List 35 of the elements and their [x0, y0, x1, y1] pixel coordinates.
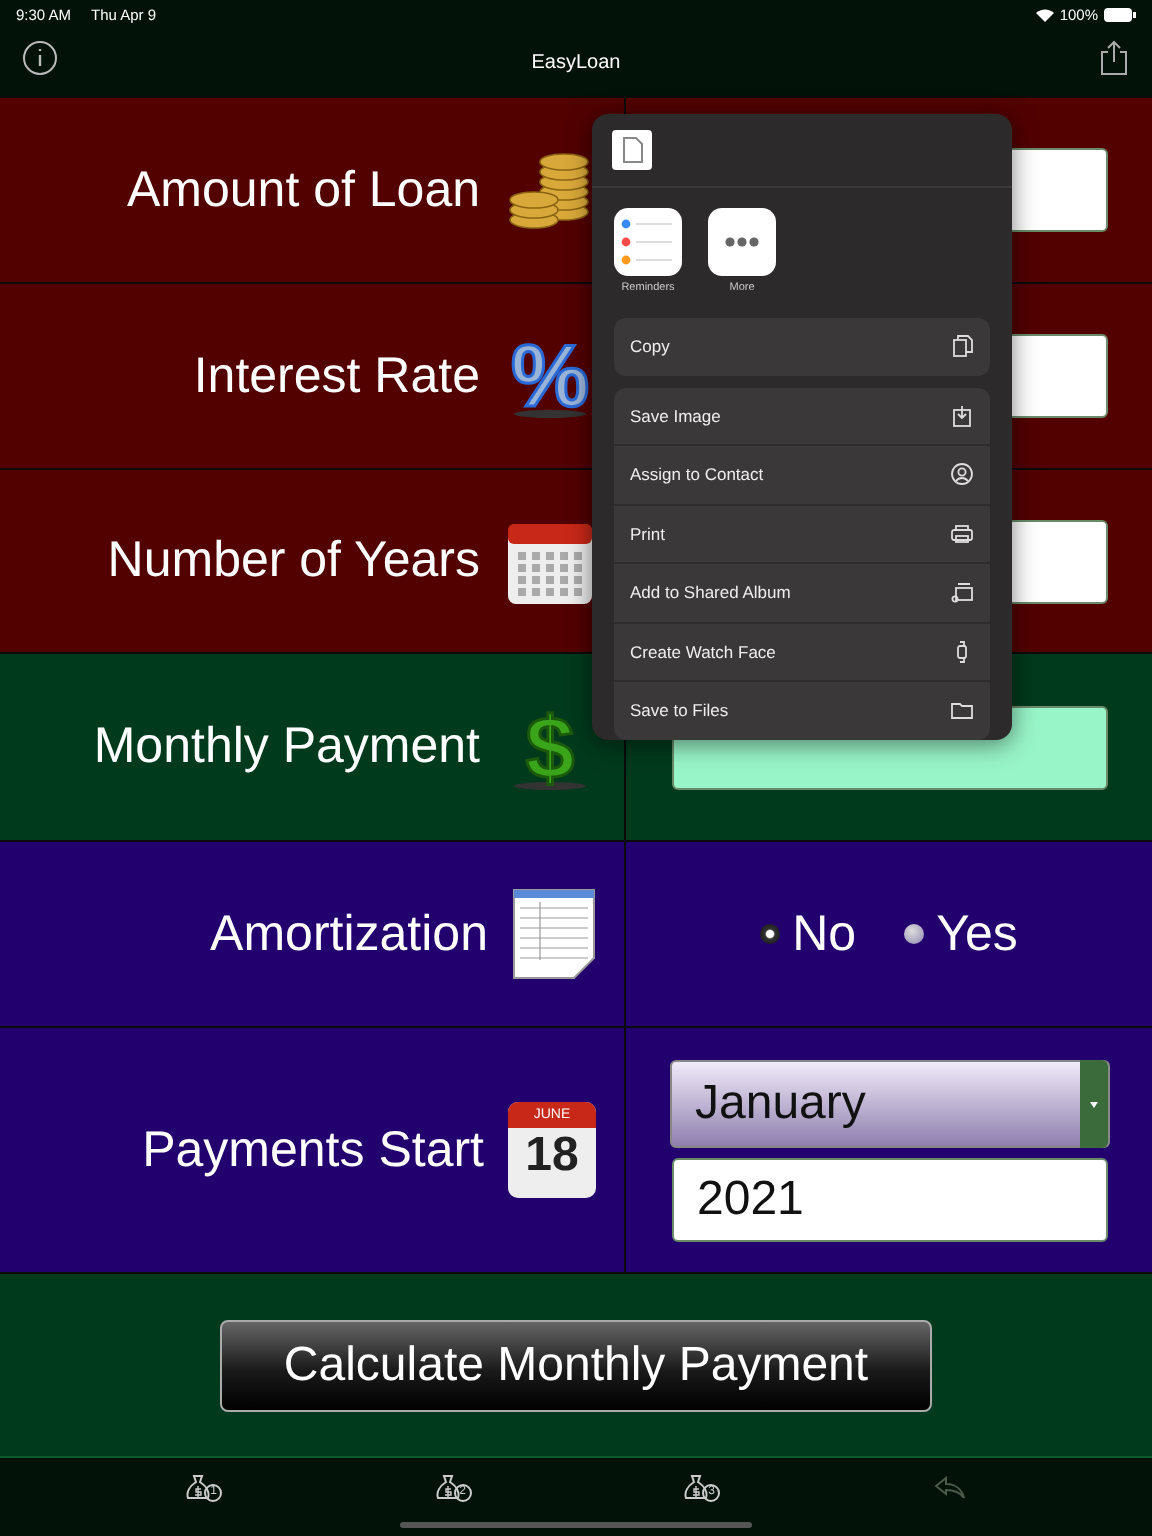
- radio-dot[interactable]: [904, 924, 925, 944]
- info-icon[interactable]: [22, 40, 58, 76]
- more-icon[interactable]: [708, 208, 776, 276]
- spreadsheet-icon: [512, 888, 596, 980]
- copy-icon: [950, 334, 974, 359]
- radio-dot[interactable]: [760, 924, 781, 944]
- action-item[interactable]: Create Watch Face: [614, 621, 990, 680]
- radio-option[interactable]: Yes: [904, 905, 1018, 963]
- document-icon: [612, 130, 652, 170]
- list-icon[interactable]: [614, 208, 682, 276]
- action-item[interactable]: Save to Files: [614, 680, 990, 739]
- radio-option[interactable]: No: [760, 905, 857, 963]
- field-label: Monthly Payment: [93, 718, 480, 776]
- field-label: Amount of Loan: [126, 161, 480, 219]
- print-icon: [950, 521, 974, 546]
- action-item[interactable]: Copy: [614, 318, 990, 375]
- folder-icon: [950, 698, 974, 723]
- action-item[interactable]: Add to Shared Album: [614, 562, 990, 621]
- calculate-button[interactable]: Calculate Monthly Payment: [220, 1319, 932, 1411]
- album-icon: [950, 580, 974, 605]
- app-title: EasyLoan: [531, 51, 621, 73]
- download-icon: [950, 403, 974, 428]
- month-dropdown[interactable]: January: [669, 1059, 1109, 1147]
- action-item[interactable]: Print: [614, 503, 990, 562]
- action-item[interactable]: Save Image: [614, 387, 990, 444]
- year-field[interactable]: 2021: [671, 1157, 1107, 1241]
- battery-icon: [1104, 7, 1136, 21]
- field-label: Payments Start: [142, 1121, 484, 1179]
- field-label: Number of Years: [107, 532, 480, 590]
- action-item[interactable]: Assign to Contact: [614, 444, 990, 503]
- share-icon[interactable]: [1100, 40, 1128, 76]
- wifi-icon: [1035, 7, 1054, 21]
- person-icon: [950, 462, 974, 487]
- field-label: Amortization: [210, 905, 488, 963]
- field-label: Interest Rate: [193, 347, 480, 405]
